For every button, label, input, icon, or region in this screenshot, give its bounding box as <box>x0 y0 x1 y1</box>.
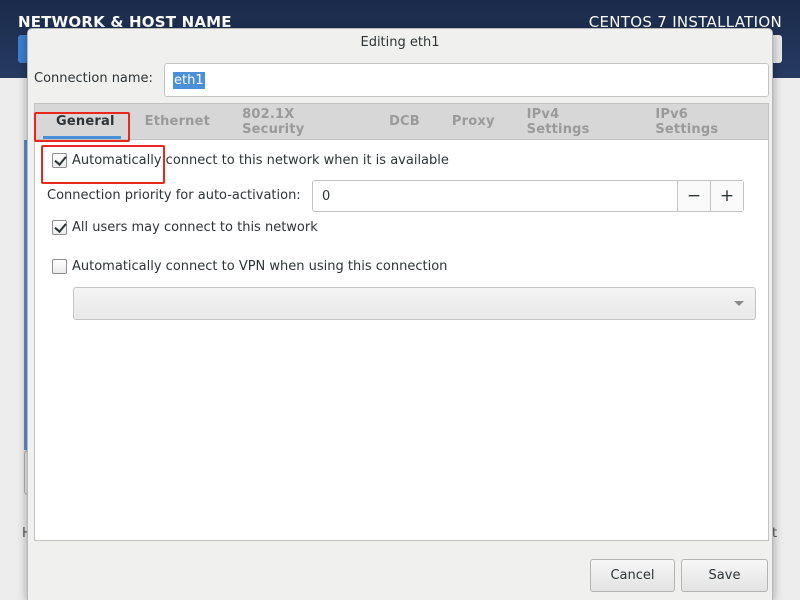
tab-general[interactable]: General <box>35 104 129 139</box>
chevron-down-icon <box>734 301 744 306</box>
auto-connect-label: Automatically connect to this network wh… <box>72 153 449 168</box>
priority-label: Connection priority for auto-activation: <box>47 188 301 203</box>
save-button[interactable]: Save <box>681 559 768 592</box>
general-panel: Automatically connect to this network wh… <box>34 139 769 541</box>
tab-8021x-security[interactable]: 802.1X Security <box>226 104 373 139</box>
all-users-label: All users may connect to this network <box>72 220 318 235</box>
connection-name-label: Connection name: <box>34 71 153 86</box>
connection-name-input[interactable]: eth1 <box>164 63 769 97</box>
priority-decrement-button[interactable]: − <box>677 181 710 211</box>
tab-ipv6-settings[interactable]: IPv6 Settings <box>639 104 768 139</box>
connection-name-value: eth1 <box>173 71 205 89</box>
edit-connection-dialog: Editing eth1 Connection name: eth1 Gener… <box>27 28 773 600</box>
settings-tabs: General Ethernet 802.1X Security DCB Pro… <box>34 103 769 139</box>
auto-connect-row[interactable]: Automatically connect to this network wh… <box>52 153 449 168</box>
tab-proxy[interactable]: Proxy <box>436 104 511 139</box>
vpn-select[interactable] <box>73 287 756 320</box>
tab-ethernet[interactable]: Ethernet <box>129 104 226 139</box>
priority-input[interactable]: 0 <box>313 181 677 211</box>
all-users-checkbox[interactable] <box>52 220 67 235</box>
priority-increment-button[interactable]: + <box>710 181 743 211</box>
cancel-button[interactable]: Cancel <box>590 559 675 592</box>
tab-dcb[interactable]: DCB <box>373 104 436 139</box>
auto-vpn-row[interactable]: Automatically connect to VPN when using … <box>52 259 447 274</box>
tab-ipv4-settings[interactable]: IPv4 Settings <box>511 104 640 139</box>
priority-spinner: 0 − + <box>312 180 744 212</box>
auto-vpn-label: Automatically connect to VPN when using … <box>72 259 448 274</box>
dialog-title: Editing eth1 <box>360 35 440 50</box>
all-users-row[interactable]: All users may connect to this network <box>52 220 318 235</box>
auto-connect-checkbox[interactable] <box>52 153 67 168</box>
auto-vpn-checkbox[interactable] <box>52 259 67 274</box>
